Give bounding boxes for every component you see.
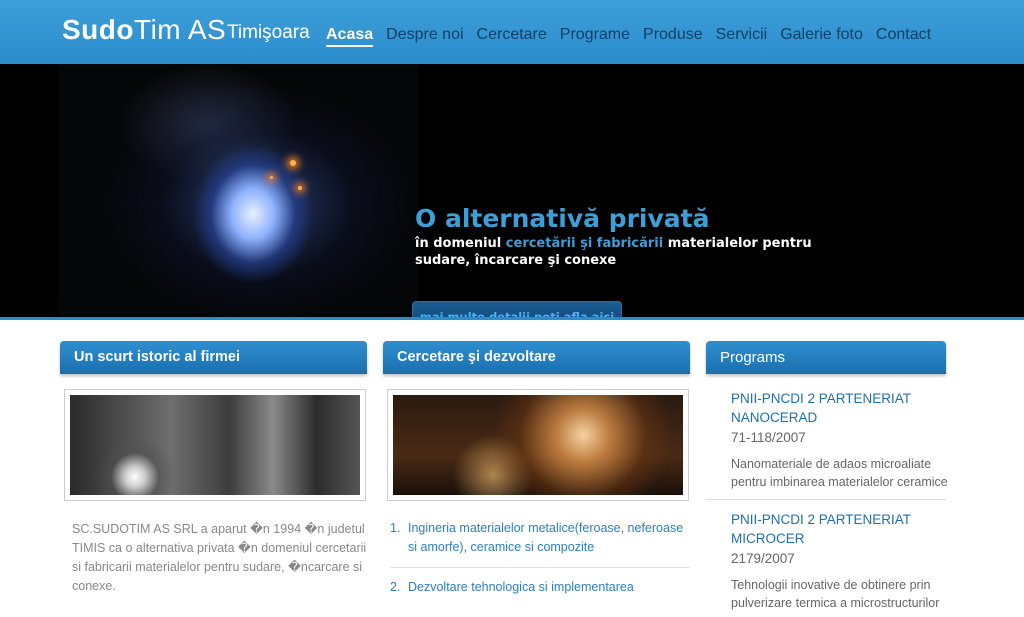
program-title: PNII-PNCDI 2 PARTENERIAT NANOCERAD — [731, 391, 911, 425]
program-number: 71-118/2007 — [731, 430, 806, 445]
research-image-frame — [387, 389, 689, 501]
spark-glint — [290, 160, 296, 166]
site-header: SudoTim AS Timişoara Acasa Despre noi Ce… — [0, 0, 1024, 64]
nav-link-contact[interactable]: Contact — [876, 26, 931, 47]
program-item[interactable]: PNII-PNCDI 2 PARTENERIAT NANOCERAD 71-11… — [731, 389, 951, 491]
logo-rest-text: Tim AS — [134, 14, 227, 45]
nav-link-produse[interactable]: Produse — [643, 26, 703, 47]
nav-link-cercetare[interactable]: Cercetare — [477, 26, 547, 47]
history-heading: Un scurt istoric al firmei — [60, 341, 367, 374]
hero-title: O alternativă privată — [415, 204, 710, 233]
nav-link-servicii[interactable]: Servicii — [716, 26, 768, 47]
list-item-number: 1. — [390, 521, 401, 535]
list-item-text: Ingineria materialelor metalice(feroase,… — [408, 521, 684, 554]
spark-glint — [270, 176, 273, 179]
more-details-button[interactable]: mai multe detalii poţi afla aici — [412, 301, 622, 317]
nav-link-acasa[interactable]: Acasa — [326, 26, 374, 47]
hero-subtitle: în domeniul cercetării şi fabricării mat… — [415, 235, 855, 269]
welding-hero-image — [58, 64, 418, 317]
welder-photo — [70, 395, 360, 495]
program-item[interactable]: PNII-PNCDI 2 PARTENERIAT MICROCER 2179/2… — [731, 510, 951, 612]
city-label: Timişoara — [227, 22, 310, 43]
program-number: 2179/2007 — [731, 551, 795, 566]
program-title: PNII-PNCDI 2 PARTENERIAT MICROCER — [731, 512, 911, 546]
programs-heading: Programs — [706, 341, 946, 374]
research-heading: Cercetare şi dezvoltare — [383, 341, 690, 374]
history-image-frame — [64, 389, 366, 501]
nav-link-despre-noi[interactable]: Despre noi — [386, 26, 463, 47]
nav-link-programe[interactable]: Programe — [560, 26, 630, 47]
hero-sub-highlight: cercetării şi fabricării — [505, 236, 664, 251]
program-description: Tehnologii inovative de obtinere prin pu… — [731, 578, 940, 610]
logo-bold-text: Sudo — [62, 14, 134, 45]
sparks-photo — [393, 395, 683, 495]
program-divider — [706, 499, 946, 500]
hero-sub-part1: în domeniul — [415, 236, 506, 251]
site-logo[interactable]: SudoTim AS — [62, 14, 226, 46]
nav-link-galerie-foto[interactable]: Galerie foto — [780, 26, 863, 47]
list-item-text: Dezvoltare tehnologica si implementarea — [408, 580, 634, 594]
list-item[interactable]: 1. Ingineria materialelor metalice(feroa… — [390, 519, 690, 568]
hero-banner: O alternativă privată în domeniul cercet… — [0, 64, 1024, 320]
program-description: Nanomateriale de adaos microaliate pentr… — [731, 457, 948, 489]
list-item[interactable]: 2. Dezvoltare tehnologica si implementar… — [390, 578, 690, 607]
spark-glint — [298, 186, 302, 190]
list-item-number: 2. — [390, 580, 401, 594]
main-nav: Acasa Despre noi Cercetare Programe Prod… — [326, 26, 931, 47]
research-list: 1. Ingineria materialelor metalice(feroa… — [390, 519, 690, 617]
history-text: SC.SUDOTIM AS SRL a aparut �n 1994 �n ju… — [72, 522, 367, 593]
